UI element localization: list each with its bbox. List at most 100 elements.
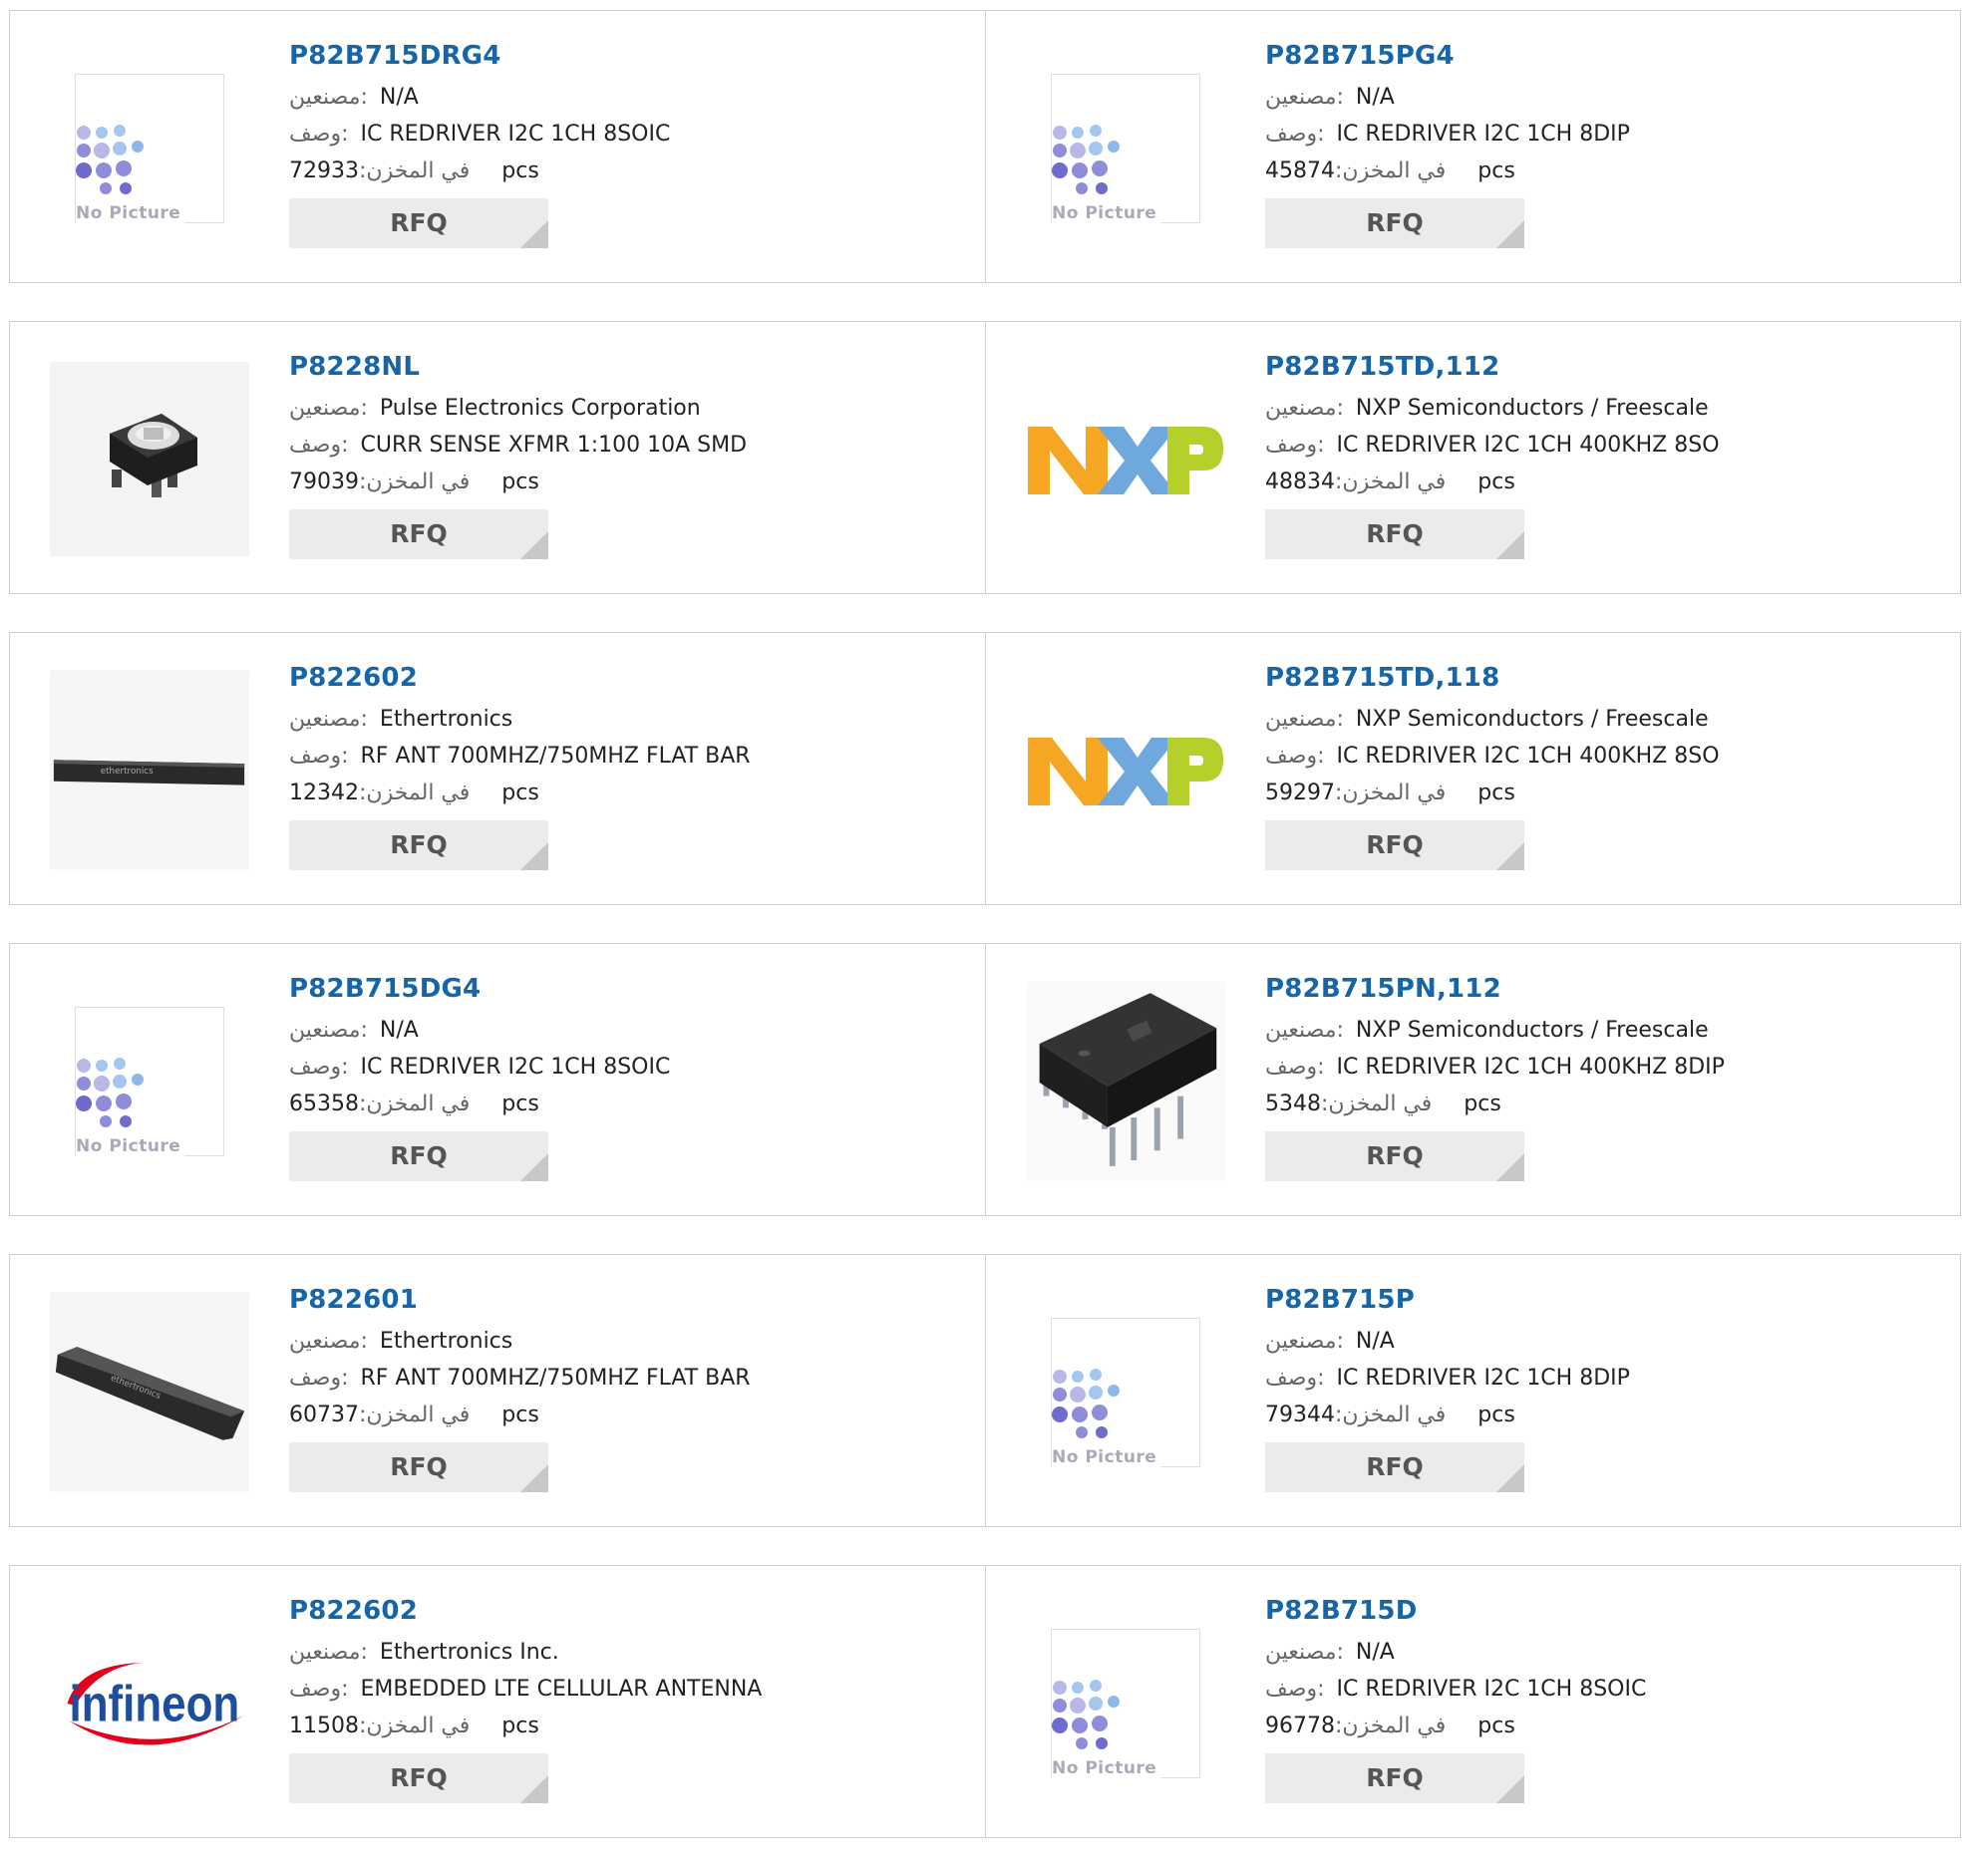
dip-chip-photo (1026, 981, 1225, 1181)
product-info: P82B715PG4 مصنعين: N/A وصف: IC REDRIVER I2… (1265, 39, 1950, 248)
product-info: P82B715TD,118 مصنعين: NXP Semiconductors … (1265, 661, 1950, 870)
part-number-link[interactable]: P822602 (289, 1594, 975, 1628)
product-info: P822602 مصنعين: Ethertronics وصف: RF ANT 7… (289, 661, 975, 870)
rfq-corner-icon (1496, 1464, 1524, 1492)
stock-unit: pcs (1477, 1714, 1515, 1738)
part-number-link[interactable]: P82B715DG4 (289, 972, 975, 1006)
rfq-button[interactable]: RFQ (1265, 1753, 1524, 1803)
product-row: No Picture P82B715DRG4 مصنعين: N/A وصف: IC… (9, 10, 1961, 283)
part-number-link[interactable]: P82B715D (1265, 1594, 1950, 1628)
rfq-label: RFQ (1366, 1763, 1424, 1792)
rfq-label: RFQ (1366, 1452, 1424, 1481)
product-row: ethertronics P822601 مصنعين: Ethertronics… (9, 1254, 1961, 1527)
description-label: وصف: (1265, 122, 1325, 147)
description-value: RF ANT 700MHZ/750MHZ FLAT BAR (360, 744, 751, 769)
product-grid: No Picture P82B715DRG4 مصنعين: N/A وصف: IC… (9, 10, 1961, 1876)
rfq-button[interactable]: RFQ (289, 1131, 548, 1181)
rfq-button[interactable]: RFQ (289, 1442, 548, 1492)
stock-row: في المخزن:59297 pcs (1265, 775, 1950, 811)
product-image[interactable]: NXP (1026, 673, 1225, 867)
stock-unit: pcs (501, 781, 539, 805)
description-value: IC REDRIVER I2C 1CH 8DIP (1336, 122, 1630, 147)
product-card: No Picture P82B715P مصنعين: N/A وصف: IC RE… (985, 1255, 1960, 1526)
rfq-button[interactable]: RFQ (1265, 1442, 1524, 1492)
rfq-corner-icon (1496, 1153, 1524, 1181)
product-card: No Picture P82B715DG4 مصنعين: N/A وصف: IC … (10, 944, 985, 1215)
stock-value: 11508 (289, 1714, 359, 1738)
part-number-link[interactable]: P82B715P (1265, 1283, 1950, 1317)
part-number-link[interactable]: P822601 (289, 1283, 975, 1317)
stock-label: في المخزن: (1335, 1714, 1447, 1738)
stock-label: في المخزن: (1335, 781, 1447, 805)
rfq-button[interactable]: RFQ (1265, 1131, 1524, 1181)
manufacturer-value: Ethertronics (379, 1329, 513, 1354)
rfq-button[interactable]: RFQ (289, 509, 548, 559)
rfq-button[interactable]: RFQ (1265, 820, 1524, 870)
part-number-link[interactable]: P8228NL (289, 350, 975, 384)
rfq-label: RFQ (1366, 830, 1424, 859)
stock-value: 79344 (1265, 1403, 1335, 1427)
stock-unit: pcs (501, 158, 539, 183)
product-info: P82B715TD,112 مصنعين: NXP Semiconductors … (1265, 350, 1950, 559)
manufacturer-row: مصنعين: N/A (1265, 79, 1950, 116)
part-number-link[interactable]: P82B715PG4 (1265, 39, 1950, 73)
manufacturer-label: مصنعين: (289, 1640, 368, 1665)
product-card: ethertronics P822601 مصنعين: Ethertronics… (10, 1255, 985, 1526)
manufacturer-row: مصنعين: Ethertronics Inc. (289, 1634, 975, 1671)
manufacturer-value: N/A (1355, 85, 1395, 110)
product-image[interactable] (50, 362, 249, 556)
rfq-button[interactable]: RFQ (289, 198, 548, 248)
nxp-logo-image: NXP (1026, 424, 1225, 494)
product-info: P82B715P مصنعين: N/A وصف: IC REDRIVER I2C … (1265, 1283, 1950, 1492)
manufacturer-value: N/A (1355, 1329, 1395, 1354)
part-number-link[interactable]: P82B715DRG4 (289, 39, 975, 73)
description-row: وصف: IC REDRIVER I2C 1CH 8SOIC (1265, 1671, 1950, 1708)
manufacturer-label: مصنعين: (1265, 1018, 1344, 1043)
rfq-button[interactable]: RFQ (289, 820, 548, 870)
rfq-label: RFQ (390, 830, 448, 859)
product-image[interactable]: ethertronics (50, 1292, 249, 1492)
rfq-corner-icon (520, 220, 548, 248)
part-number-link[interactable]: P82B715TD,118 (1265, 661, 1950, 695)
manufacturer-label: مصنعين: (1265, 85, 1344, 110)
product-image[interactable]: NXP (1026, 362, 1225, 556)
description-label: وصف: (1265, 1677, 1325, 1702)
rfq-label: RFQ (1366, 519, 1424, 548)
rfq-corner-icon (520, 1153, 548, 1181)
manufacturer-row: مصنعين: Ethertronics (289, 1323, 975, 1360)
description-row: وصف: IC REDRIVER I2C 1CH 400KHZ 8SO (1265, 427, 1950, 464)
description-label: وصف: (289, 1366, 349, 1391)
rfq-corner-icon (520, 1775, 548, 1803)
stock-row: في المخزن:79344 pcs (1265, 1397, 1950, 1433)
rfq-button[interactable]: RFQ (1265, 198, 1524, 248)
stock-value: 48834 (1265, 469, 1335, 494)
product-image[interactable]: No Picture (50, 51, 249, 245)
product-card: ethertronics P822602 مصنعين: Ethertronics… (10, 633, 985, 904)
description-value: IC REDRIVER I2C 1CH 8SOIC (360, 122, 671, 147)
manufacturer-row: مصنعين: NXP Semiconductors / Freescale (1265, 1012, 1950, 1049)
product-image[interactable]: No Picture (1026, 1295, 1225, 1489)
rfq-label: RFQ (390, 1763, 448, 1792)
product-image[interactable]: No Picture (1026, 1606, 1225, 1800)
rfq-corner-icon (520, 1464, 548, 1492)
manufacturer-label: مصنعين: (1265, 1640, 1344, 1665)
part-number-link[interactable]: P82B715PN,112 (1265, 972, 1950, 1006)
rfq-corner-icon (1496, 220, 1524, 248)
stock-label: في المخزن: (1335, 158, 1447, 183)
antenna-photo: ethertronics (50, 670, 249, 870)
product-image[interactable]: infineon (50, 1606, 249, 1800)
description-value: IC REDRIVER I2C 1CH 400KHZ 8SO (1336, 433, 1720, 458)
product-image[interactable] (1026, 981, 1225, 1181)
product-image[interactable]: No Picture (50, 984, 249, 1178)
part-number-link[interactable]: P82B715TD,112 (1265, 350, 1950, 384)
product-image[interactable]: ethertronics (50, 670, 249, 870)
product-info: P8228NL مصنعين: Pulse Electronics Corpora… (289, 350, 975, 559)
description-label: وصف: (289, 1055, 349, 1080)
part-number-link[interactable]: P822602 (289, 661, 975, 695)
stock-value: 59297 (1265, 781, 1335, 805)
rfq-button[interactable]: RFQ (289, 1753, 548, 1803)
stock-label: في المخزن: (359, 1714, 471, 1738)
rfq-button[interactable]: RFQ (1265, 509, 1524, 559)
description-label: وصف: (1265, 744, 1325, 769)
product-image[interactable]: No Picture (1026, 51, 1225, 245)
